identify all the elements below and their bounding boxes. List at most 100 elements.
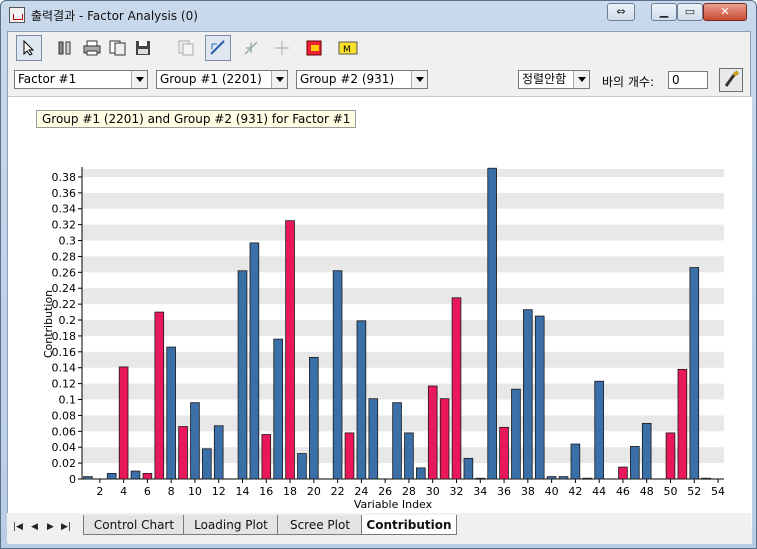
y-tick-label: 0.2 [59, 314, 77, 327]
bar [190, 402, 200, 480]
x-tick-label: 50 [664, 485, 678, 498]
tab-loading-plot[interactable]: Loading Plot [183, 515, 279, 535]
bar [487, 167, 497, 480]
chevron-down-icon[interactable] [411, 71, 427, 88]
chevron-down-icon[interactable] [573, 71, 589, 88]
restore-arrows-icon[interactable]: ⇔ [607, 3, 635, 21]
x-tick-label: 18 [283, 485, 297, 498]
zoom-select-icon[interactable] [205, 35, 231, 61]
chevron-down-icon[interactable] [271, 71, 287, 88]
x-tick-label: 40 [545, 485, 559, 498]
bar [451, 297, 462, 480]
chevron-down-icon[interactable] [131, 71, 147, 88]
selector-bar: Factor #1 Group #1 (2201) Group #2 (931)… [8, 68, 752, 94]
x-tick-label: 44 [592, 485, 606, 498]
x-tick-label: 20 [307, 485, 321, 498]
bar [392, 402, 402, 480]
move-disabled-icon[interactable] [238, 35, 264, 61]
bar [273, 338, 283, 480]
tools-icon[interactable] [52, 35, 78, 61]
bar [439, 398, 450, 480]
group2-select[interactable]: Group #2 (931) [296, 70, 428, 89]
bar [118, 366, 129, 480]
y-tick-label: 0.36 [52, 187, 77, 200]
next-sheet-icon[interactable]: ▶ [47, 522, 54, 532]
y-tick-label: 0.38 [52, 171, 77, 184]
y-tick-label: 0.32 [52, 219, 77, 232]
grid-band [82, 169, 724, 177]
client-area: M Factor #1 Group #1 (2201) Group #2 (93… [7, 31, 752, 544]
sort-select[interactable]: 정렬안함 [518, 70, 590, 89]
bar [570, 443, 581, 480]
save-icon[interactable] [130, 35, 156, 61]
x-tick-label: 26 [378, 485, 392, 498]
first-sheet-icon[interactable]: |◀ [13, 522, 23, 532]
chart-title: Group #1 (2201) and Group #2 (931) for F… [36, 110, 357, 128]
minimize-button[interactable]: ▁ [651, 3, 677, 21]
sheet-tab-bar: |◀ ◀ ▶ ▶| Control Chart Loading Plot Scr… [7, 513, 751, 543]
brush-icon[interactable] [719, 68, 743, 92]
marker-icon[interactable] [301, 35, 327, 61]
copy-icon[interactable] [104, 35, 130, 61]
group1-select[interactable]: Group #1 (2201) [156, 70, 288, 89]
bar [213, 425, 224, 480]
prev-sheet-icon[interactable]: ◀ [31, 522, 38, 532]
close-button[interactable]: ✕ [703, 3, 747, 21]
x-tick-label: 14 [236, 485, 250, 498]
factor-select-value: Factor #1 [18, 72, 77, 86]
bar [546, 476, 557, 480]
grid-band [82, 383, 724, 400]
x-tick-label: 36 [497, 485, 511, 498]
bar-count-input[interactable]: 0 [668, 71, 708, 89]
pointer-icon[interactable] [16, 35, 42, 61]
maximize-button[interactable]: ▭ [677, 3, 703, 21]
title-bar[interactable]: 출력결과 - Factor Analysis (0) ⇔ ▁ ▭ ✕ [1, 1, 756, 29]
tab-control-chart[interactable]: Control Chart [83, 515, 185, 535]
bar [701, 477, 711, 480]
x-tick-label: 32 [450, 485, 464, 498]
bar [344, 432, 355, 480]
x-tick-label: 30 [426, 485, 440, 498]
y-tick-label: 0 [69, 473, 76, 486]
last-sheet-icon[interactable]: ▶| [61, 522, 71, 532]
bar [463, 457, 474, 480]
window-title: 출력결과 - Factor Analysis (0) [31, 9, 198, 23]
y-tick-label: 0.28 [52, 250, 77, 263]
bar [154, 311, 165, 480]
group1-select-value: Group #1 (2201) [160, 72, 262, 86]
grid-band [82, 288, 724, 305]
bar [416, 467, 426, 480]
bar [427, 385, 438, 480]
y-tick-label: 0.12 [52, 378, 77, 391]
sort-select-value: 정렬안함 [522, 72, 567, 86]
y-tick-label: 0.22 [52, 298, 77, 311]
tab-scree-plot[interactable]: Scree Plot [277, 515, 363, 535]
label-icon[interactable]: M [333, 35, 359, 61]
bar [404, 432, 414, 480]
bar [130, 470, 141, 480]
print-icon[interactable] [78, 35, 104, 61]
bar [689, 267, 700, 480]
bar [142, 473, 153, 480]
bar [641, 422, 652, 480]
x-tick-label: 46 [616, 485, 630, 498]
crosshair-disabled-icon[interactable] [269, 35, 295, 61]
y-tick-label: 0.34 [52, 203, 77, 216]
y-tick-label: 0.06 [52, 425, 77, 438]
y-tick-label: 0.08 [52, 409, 77, 422]
bar [499, 426, 509, 480]
tab-contribution[interactable]: Contribution [361, 515, 457, 535]
svg-text:M: M [343, 45, 351, 55]
factor-select[interactable]: Factor #1 [14, 70, 148, 89]
copy-disabled-icon[interactable] [172, 35, 198, 61]
y-tick-label: 0.16 [52, 346, 77, 359]
x-tick-label: 4 [120, 485, 127, 498]
bar [511, 388, 521, 480]
bar [582, 477, 593, 480]
app-icon [9, 7, 25, 23]
bar [523, 309, 533, 480]
chart-panel: 0 0.02 0.04 0.06 0.08 0.1 0.12 0.14 0.16 0.18 0.2 0… [8, 96, 752, 526]
y-tick-label: 0.1 [59, 394, 77, 407]
bar [202, 448, 212, 480]
bar [356, 320, 367, 480]
